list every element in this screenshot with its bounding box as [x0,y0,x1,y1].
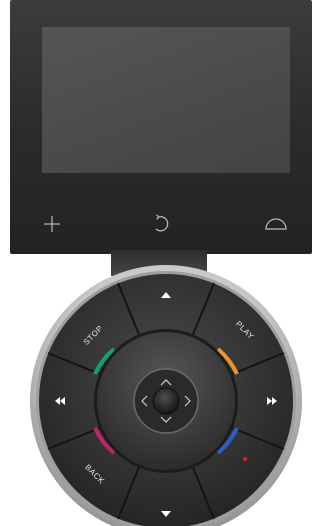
control-wheel: STOP PLAY BACK [30,265,302,526]
center-button[interactable] [152,387,180,415]
indicator-dot [242,456,248,462]
